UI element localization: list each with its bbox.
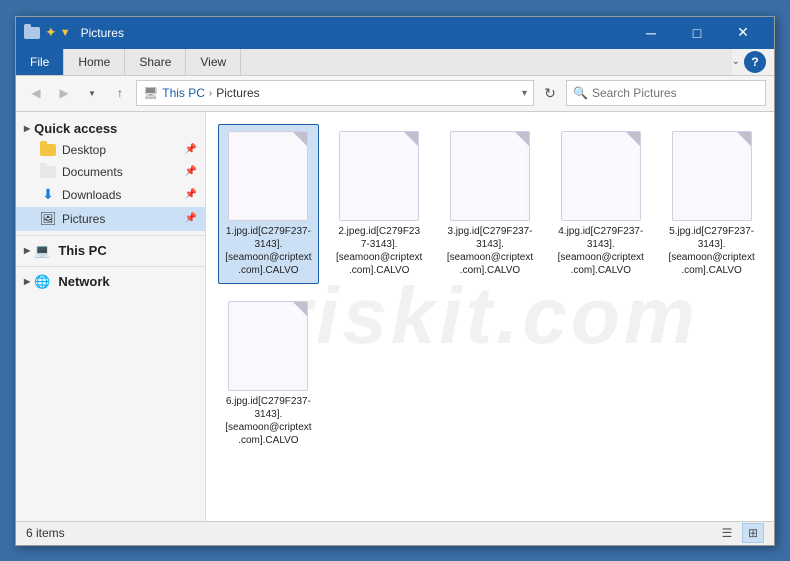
tab-view[interactable]: View [186,49,241,75]
status-bar: 6 items ☰ ⊞ [16,521,774,545]
file-item[interactable]: 1.jpg.id[C279F237-3143].[seamoon@criptex… [218,124,319,284]
breadcrumb-this-pc[interactable]: This PC [162,86,205,100]
file-thumbnail [339,131,419,221]
title-bar-icons: ✦ ▼ [24,24,71,41]
sidebar-item-pictures[interactable]: 🖼 Pictures 📌 [16,207,205,231]
sidebar-this-pc-label: This PC [58,243,106,258]
items-count: 6 items [26,526,65,540]
sidebar-divider-2 [16,266,205,267]
file-thumbnail [450,131,530,221]
sidebar-item-documents[interactable]: Documents 📌 [16,161,205,183]
large-icons-view-button[interactable]: ⊞ [742,523,764,543]
file-item[interactable]: 3.jpg.id[C279F237-3143].[seamoon@criptex… [440,124,541,284]
file-item[interactable]: 2.jpeg.id[C279F237-3143].[seamoon@cripte… [329,124,430,284]
ribbon-tabs: File Home Share View [16,49,732,75]
sidebar-this-pc-header[interactable]: ▶ 💻 This PC [16,240,205,262]
refresh-button[interactable]: ↻ [538,81,562,105]
file-item[interactable]: 5.jpg.id[C279F237-3143].[seamoon@criptex… [661,124,762,284]
main-area: ▶ Quick access Desktop 📌 Documents 📌 ⬇ D… [16,112,774,521]
file-name: 2.jpeg.id[C279F237-3143].[seamoon@cripte… [336,225,423,277]
details-view-button[interactable]: ☰ [716,523,738,543]
tab-file[interactable]: File [16,49,64,75]
file-item[interactable]: 6.jpg.id[C279F237-3143].[seamoon@criptex… [218,294,319,454]
file-thumbnail [228,131,308,221]
sidebar-downloads-label: Downloads [62,188,121,202]
forward-button[interactable]: ▶ [52,81,76,105]
up-button[interactable]: ↑ [108,81,132,105]
address-bar: ◀ ▶ ▼ ↑ 🖥 This PC › Pictures ▾ ↻ 🔍 [16,76,774,112]
sidebar-pictures-label: Pictures [62,212,105,226]
sidebar-documents-label: Documents [62,165,123,179]
quick-access-collapse-icon: ▶ [24,124,30,133]
recent-locations-button[interactable]: ▼ [80,81,104,105]
breadcrumb-sep1: › [209,88,212,99]
sidebar-network-label: Network [58,274,109,289]
maximize-button[interactable]: □ [674,17,720,49]
breadcrumb-bar[interactable]: 🖥 This PC › Pictures ▾ [136,80,534,106]
sidebar: ▶ Quick access Desktop 📌 Documents 📌 ⬇ D… [16,112,206,521]
title-bar: ✦ ▼ Pictures ─ □ ✕ [16,17,774,49]
ribbon-expand-icon[interactable]: ⌄ [732,56,740,67]
search-box[interactable]: 🔍 [566,80,766,106]
breadcrumb-dropdown-icon[interactable]: ▾ [522,88,527,99]
network-icon: 🌐 [34,274,50,290]
file-name: 6.jpg.id[C279F237-3143].[seamoon@criptex… [225,395,312,447]
documents-pin-icon: 📌 [185,166,197,177]
minimize-button[interactable]: ─ [628,17,674,49]
file-name: 5.jpg.id[C279F237-3143].[seamoon@criptex… [668,225,755,277]
sidebar-item-downloads[interactable]: ⬇ Downloads 📌 [16,183,205,207]
ribbon: File Home Share View ⌄ ? [16,49,774,76]
pictures-icon: 🖼 [40,211,56,227]
downloads-icon: ⬇ [40,187,56,203]
file-thumbnail [228,301,308,391]
sidebar-desktop-label: Desktop [62,143,106,157]
sidebar-network-header[interactable]: ▶ 🌐 Network [16,271,205,293]
back-button[interactable]: ◀ [24,81,48,105]
file-thumbnail [561,131,641,221]
close-button[interactable]: ✕ [720,17,766,49]
sidebar-divider-1 [16,235,205,236]
tab-share[interactable]: Share [125,49,186,75]
this-pc-collapse-icon: ▶ [24,246,30,255]
file-area: riskit.com 1.jpg.id[C279F237-3143].[seam… [206,112,774,521]
network-collapse-icon: ▶ [24,277,30,286]
downloads-pin-icon: 📌 [185,189,197,200]
help-button[interactable]: ? [744,51,766,73]
this-pc-icon: 💻 [34,243,50,259]
file-explorer-window: ✦ ▼ Pictures ─ □ ✕ File Home Share View … [15,16,775,546]
pictures-pin-icon: 📌 [185,213,197,224]
search-input[interactable] [592,86,759,100]
file-name: 4.jpg.id[C279F237-3143].[seamoon@criptex… [557,225,644,277]
file-thumbnail [672,131,752,221]
file-grid: 1.jpg.id[C279F237-3143].[seamoon@criptex… [218,124,762,454]
title-controls: ─ □ ✕ [628,17,766,49]
sidebar-item-desktop[interactable]: Desktop 📌 [16,139,205,161]
view-controls: ☰ ⊞ [716,523,764,543]
tab-home[interactable]: Home [64,49,125,75]
ribbon-right-controls: ⌄ ? [732,51,774,73]
documents-folder-icon [40,166,56,178]
breadcrumb-pc-icon: 🖥 [143,86,158,100]
desktop-pin-icon: 📌 [185,144,197,155]
search-icon: 🔍 [573,86,588,100]
sidebar-quick-access-header[interactable]: ▶ Quick access [16,118,205,139]
sidebar-quick-access-label: Quick access [34,121,117,136]
file-name: 3.jpg.id[C279F237-3143].[seamoon@criptex… [447,225,534,277]
title-bar-left: ✦ ▼ Pictures [24,24,628,41]
file-item[interactable]: 4.jpg.id[C279F237-3143].[seamoon@criptex… [550,124,651,284]
window-title: Pictures [81,26,124,40]
file-name: 1.jpg.id[C279F237-3143].[seamoon@criptex… [225,225,312,277]
breadcrumb-pictures: Pictures [216,86,259,100]
desktop-folder-icon [40,144,56,156]
